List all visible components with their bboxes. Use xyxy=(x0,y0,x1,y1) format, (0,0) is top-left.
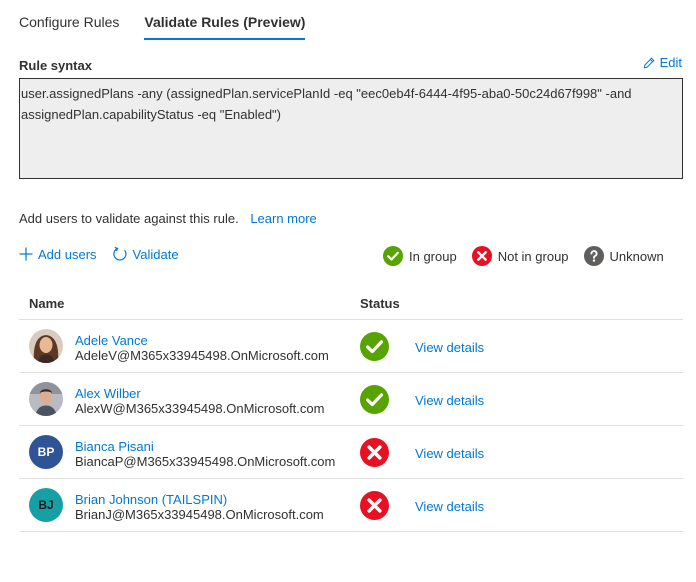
view-details-link[interactable]: View details xyxy=(415,340,484,355)
add-users-button[interactable]: Add users xyxy=(19,247,97,262)
check-circle-icon xyxy=(360,332,389,361)
table-header: Name Status xyxy=(19,287,683,320)
error-circle-icon xyxy=(360,491,389,520)
check-circle-icon xyxy=(383,246,403,266)
avatar xyxy=(29,329,63,363)
plus-icon xyxy=(19,247,33,261)
edit-label: Edit xyxy=(659,55,682,70)
status-legend: In group Not in group Unknown xyxy=(383,246,664,266)
table-row: BJ Brian Johnson (TAILSPIN) BrianJ@M365x… xyxy=(19,479,683,532)
validate-label: Validate xyxy=(132,246,179,262)
users-table: Name Status Adele Vance AdeleV@M365x3394… xyxy=(19,287,683,532)
table-row: Adele Vance AdeleV@M365x33945498.OnMicro… xyxy=(19,320,683,373)
tab-configure-rules[interactable]: Configure Rules xyxy=(19,14,119,38)
user-photo xyxy=(29,382,63,416)
user-email: AlexW@M365x33945498.OnMicrosoft.com xyxy=(75,401,325,416)
user-name-link[interactable]: Bianca Pisani xyxy=(75,439,154,454)
learn-more-link[interactable]: Learn more xyxy=(250,211,316,226)
user-email: AdeleV@M365x33945498.OnMicrosoft.com xyxy=(75,348,329,363)
view-details-link[interactable]: View details xyxy=(415,446,484,461)
user-name-link[interactable]: Brian Johnson (TAILSPIN) xyxy=(75,492,227,507)
tab-bar: Configure Rules Validate Rules (Preview) xyxy=(19,14,330,40)
legend-not-in-group: Not in group xyxy=(471,246,569,266)
add-users-label: Add users xyxy=(38,246,97,262)
user-photo xyxy=(29,329,63,363)
table-row: BP Bianca Pisani BiancaP@M365x33945498.O… xyxy=(19,426,683,479)
user-name-link[interactable]: Adele Vance xyxy=(75,333,148,348)
error-circle-icon xyxy=(471,246,492,266)
column-header-name[interactable]: Name xyxy=(29,296,64,311)
avatar: BP xyxy=(29,435,63,469)
legend-in-group-label: In group xyxy=(409,248,457,264)
check-circle-icon xyxy=(360,385,389,414)
legend-unknown-label: Unknown xyxy=(609,248,664,264)
refresh-icon xyxy=(112,246,127,261)
column-header-status[interactable]: Status xyxy=(360,296,400,311)
table-row: Alex Wilber AlexW@M365x33945498.OnMicros… xyxy=(19,373,683,426)
legend-in-group: In group xyxy=(383,246,457,266)
avatar: BJ xyxy=(29,488,63,522)
view-details-link[interactable]: View details xyxy=(415,393,484,408)
user-email: BiancaP@M365x33945498.OnMicrosoft.com xyxy=(75,454,336,469)
user-name-link[interactable]: Alex Wilber xyxy=(75,386,141,401)
user-email: BrianJ@M365x33945498.OnMicrosoft.com xyxy=(75,507,324,522)
view-details-link[interactable]: View details xyxy=(415,499,484,514)
avatar xyxy=(29,382,63,416)
validation-hint: Add users to validate against this rule.… xyxy=(19,211,317,226)
legend-unknown: Unknown xyxy=(583,246,664,266)
rule-syntax-label: Rule syntax xyxy=(19,58,92,73)
edit-button[interactable]: Edit xyxy=(643,55,682,70)
validate-button[interactable]: Validate xyxy=(112,246,179,262)
validation-hint-text: Add users to validate against this rule. xyxy=(19,211,239,226)
legend-not-in-group-label: Not in group xyxy=(497,248,569,264)
toolbar: Add users Validate xyxy=(19,246,194,262)
pencil-icon xyxy=(643,56,655,68)
tab-validate-rules[interactable]: Validate Rules (Preview) xyxy=(144,14,306,40)
rule-syntax-textbox[interactable]: user.assignedPlans -any (assignedPlan.se… xyxy=(19,78,683,179)
error-circle-icon xyxy=(360,438,389,467)
question-circle-icon xyxy=(583,246,604,266)
